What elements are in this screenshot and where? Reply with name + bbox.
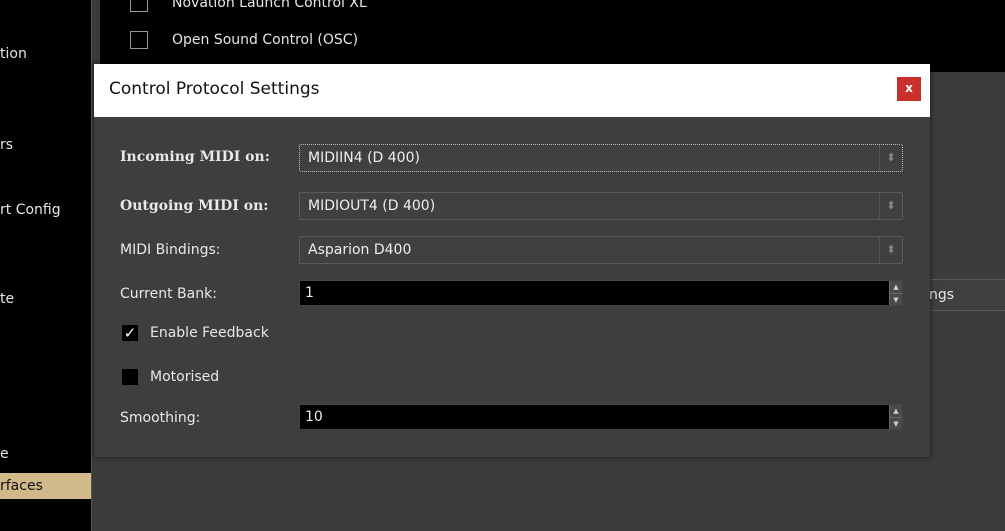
protocol-name: Open Sound Control (OSC)	[172, 32, 359, 48]
enable-feedback-label: Enable Feedback	[150, 325, 269, 341]
enable-feedback-checkbox[interactable]: ✓ Enable Feedback	[122, 325, 269, 341]
incoming-midi-select[interactable]: MIDIIN4 (D 400) ⬍	[299, 144, 903, 172]
sidebar-item-rs[interactable]: rs	[0, 137, 13, 153]
smoothing-spinbox[interactable]: 10 ▲ ▼	[299, 404, 903, 430]
outgoing-midi-value: MIDIOUT4 (D 400)	[308, 198, 436, 214]
sidebar-item-port-config[interactable]: rt Config	[0, 202, 61, 218]
spin-buttons: ▲ ▼	[889, 405, 902, 429]
sidebar-item-control-surfaces[interactable]: rfaces	[0, 473, 91, 499]
sidebar-item-tion[interactable]: tion	[0, 46, 27, 62]
incoming-midi-label: Incoming MIDI on:	[120, 149, 270, 165]
updown-arrow-icon: ⬍	[879, 193, 902, 219]
checkbox-box[interactable]	[122, 369, 138, 385]
spin-up-icon[interactable]: ▲	[890, 405, 902, 417]
smoothing-value: 10	[305, 409, 323, 425]
sidebar-item-te[interactable]: te	[0, 291, 14, 307]
protocol-enable-checkbox[interactable]	[130, 31, 148, 49]
spin-buttons: ▲ ▼	[889, 281, 902, 305]
current-bank-value: 1	[305, 285, 314, 301]
outgoing-midi-select[interactable]: MIDIOUT4 (D 400) ⬍	[299, 192, 903, 220]
protocol-list: Novation Launch Control XL Open Sound Co…	[100, 0, 1005, 72]
spin-down-icon[interactable]: ▼	[890, 293, 902, 305]
midi-bindings-label: MIDI Bindings:	[120, 242, 221, 258]
dialog-title: Control Protocol Settings	[109, 79, 320, 99]
spin-up-icon[interactable]: ▲	[890, 281, 902, 293]
motorised-label: Motorised	[150, 369, 220, 385]
smoothing-label: Smoothing:	[120, 410, 201, 426]
protocol-name: Novation Launch Control XL	[172, 0, 367, 11]
dialog-titlebar[interactable]: Control Protocol Settings x	[94, 64, 930, 117]
protocol-row[interactable]: Novation Launch Control XL	[130, 0, 367, 14]
tab-settings[interactable]: ngs	[928, 279, 1005, 311]
tab-settings-label: ngs	[929, 287, 955, 303]
midi-bindings-value: Asparion D400	[308, 242, 412, 258]
incoming-midi-value: MIDIIN4 (D 400)	[308, 150, 420, 166]
updown-arrow-icon: ⬍	[879, 145, 902, 171]
current-bank-label: Current Bank:	[120, 286, 217, 302]
protocol-row[interactable]: Open Sound Control (OSC)	[130, 29, 358, 51]
spin-down-icon[interactable]: ▼	[890, 417, 902, 429]
midi-bindings-select[interactable]: Asparion D400 ⬍	[299, 236, 903, 264]
current-bank-spinbox[interactable]: 1 ▲ ▼	[299, 280, 903, 306]
protocol-enable-checkbox[interactable]	[130, 0, 148, 12]
checkmark-icon[interactable]: ✓	[122, 325, 138, 341]
motorised-checkbox[interactable]: Motorised	[122, 369, 219, 385]
sidebar: tion rs rt Config te e rfaces	[0, 0, 91, 531]
close-button[interactable]: x	[897, 77, 921, 101]
sidebar-item-e[interactable]: e	[0, 446, 9, 462]
updown-arrow-icon: ⬍	[879, 237, 902, 263]
outgoing-midi-label: Outgoing MIDI on:	[120, 198, 269, 214]
control-protocol-settings-dialog: Control Protocol Settings x Incoming MID…	[94, 64, 930, 457]
